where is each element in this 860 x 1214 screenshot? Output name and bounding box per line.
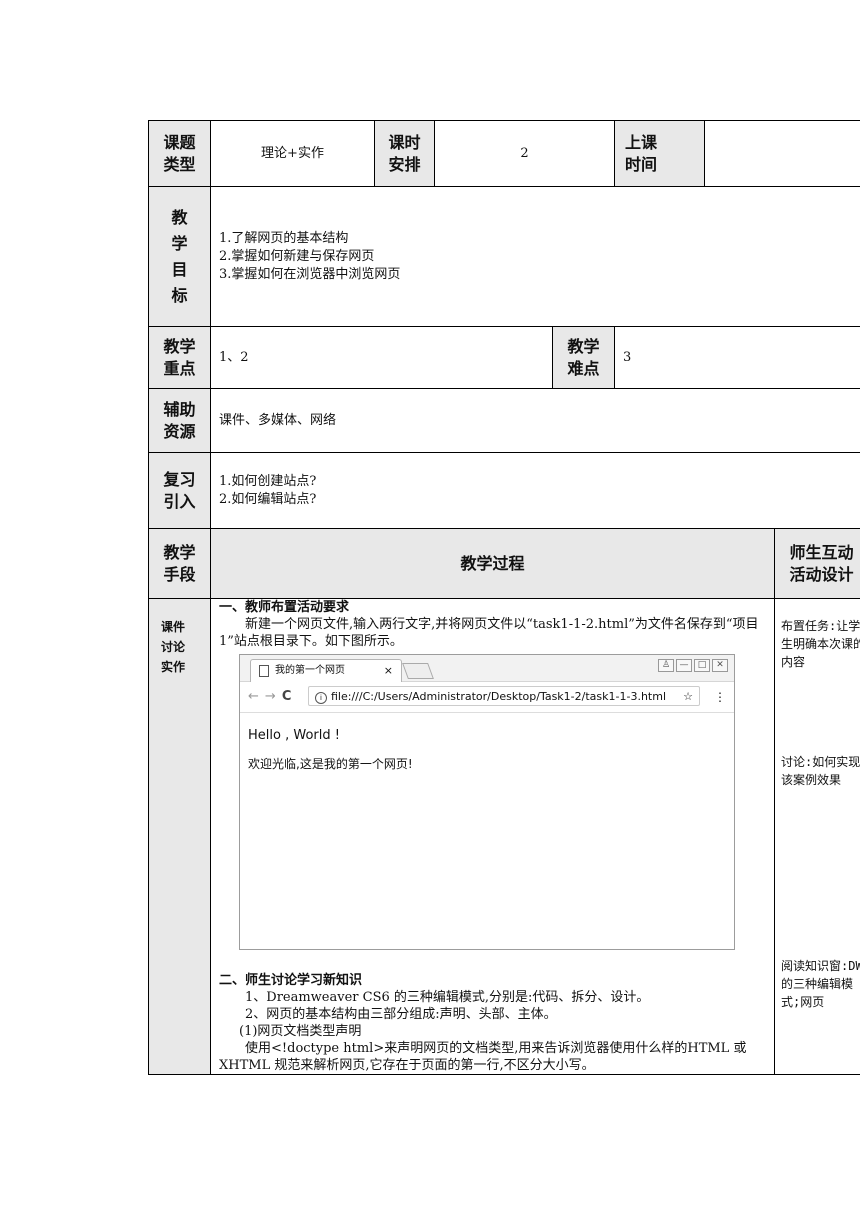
resources-value: 课件、多媒体、网络: [210, 388, 860, 453]
back-icon[interactable]: ←: [248, 689, 265, 704]
goal-item: 1.了解网页的基本结构: [219, 230, 349, 246]
means-label: 教学 手段: [148, 528, 211, 599]
section-1-title: 一、教师布置活动要求: [219, 600, 350, 615]
browser-screenshot: 我的第一个网页 × ♙ — □ ✕ ←→C i file:///C:/Users/Adm…: [239, 654, 735, 950]
new-tab-button[interactable]: [402, 663, 434, 679]
interaction-label: 师生互动 活动设计: [774, 528, 860, 599]
keypoints-label: 教学 重点: [148, 326, 211, 389]
row-goals: 教 学 目 标 1.了解网页的基本结构 2.掌握如何新建与保存网页 3.掌握如何…: [148, 186, 860, 327]
row-keypoints: 教学 重点 1、2 教学 难点 3: [148, 326, 860, 389]
means-value: 课件 讨论 实作: [148, 598, 211, 1075]
browser-content: Hello , World ! 欢迎光临,这是我的第一个网页!: [240, 713, 734, 773]
content-line-2: 欢迎光临,这是我的第一个网页!: [248, 757, 413, 771]
type-value: 理论+实作: [210, 120, 375, 187]
keypoints-value: 1、2: [210, 326, 553, 389]
review-item: 2.如何编辑站点?: [219, 491, 317, 507]
process-content: 一、教师布置活动要求 新建一个网页文件,输入两行文字,并将网页文件以“task1…: [210, 598, 775, 1075]
forward-icon[interactable]: →: [265, 689, 282, 704]
side-note-1: 布置任务:让学生明确本次课的内容: [781, 619, 860, 669]
side-note-2: 讨论:如何实现该案例效果: [781, 755, 860, 787]
row-review: 复习 引入 1.如何创建站点? 2.如何编辑站点?: [148, 452, 860, 529]
interaction-notes: 布置任务:让学生明确本次课的内容 讨论:如何实现该案例效果 阅读知识窗:DW 的…: [774, 598, 860, 1075]
bookmark-star-icon[interactable]: ☆: [683, 687, 693, 707]
paragraph-2: 2、网页的基本结构由三部分组成:声明、头部、主体。: [245, 1007, 557, 1022]
lesson-plan: 课题 类型 理论+实作 课时 安排 2 上课 时间 教 学 目 标 1.了解网页…: [148, 120, 860, 1075]
time-label: 上课 时间: [614, 120, 705, 187]
minimize-icon[interactable]: —: [676, 659, 692, 672]
close-window-icon[interactable]: ✕: [712, 659, 728, 672]
section-1-text: 新建一个网页文件,输入两行文字,并将网页文件以“task1-1-2.html”为…: [219, 617, 759, 649]
row-process: 课件 讨论 实作 一、教师布置活动要求 新建一个网页文件,输入两行文字,并将网页…: [148, 598, 860, 1075]
section-2-title: 二、师生讨论学习新知识: [219, 973, 363, 988]
url-text: file:///C:/Users/Administrator/Desktop/T…: [331, 690, 666, 703]
difficult-label: 教学 难点: [552, 326, 615, 389]
browser-tab[interactable]: 我的第一个网页 ×: [250, 659, 402, 682]
row-resources: 辅助 资源 课件、多媒体、网络: [148, 388, 860, 453]
hours-label: 课时 安排: [374, 120, 435, 187]
maximize-icon[interactable]: □: [694, 659, 710, 672]
paragraph-3: (1)网页文档类型声明: [239, 1024, 362, 1039]
browser-tabbar: 我的第一个网页 × ♙ — □ ✕: [240, 655, 734, 682]
resources-label: 辅助 资源: [148, 388, 211, 453]
close-icon[interactable]: ×: [384, 660, 393, 682]
review-item: 1.如何创建站点?: [219, 473, 317, 489]
type-label: 课题 类型: [148, 120, 211, 187]
goals-label: 教 学 目 标: [148, 186, 211, 327]
nav-buttons: ←→C: [248, 688, 297, 705]
goal-item: 2.掌握如何新建与保存网页: [219, 248, 375, 264]
review-list: 1.如何创建站点? 2.如何编辑站点?: [210, 452, 860, 529]
process-label: 教学过程: [210, 528, 775, 599]
lesson-plan-table: 课题 类型 理论+实作 课时 安排 2 上课 时间 教 学 目 标 1.了解网页…: [148, 120, 860, 1075]
hours-value: 2: [434, 120, 615, 187]
row-type: 课题 类型 理论+实作 课时 安排 2 上课 时间: [148, 120, 860, 187]
goal-item: 3.掌握如何在浏览器中浏览网页: [219, 266, 401, 282]
document-icon: [259, 665, 269, 677]
browser-toolbar: ←→C i file:///C:/Users/Administrator/Desk…: [240, 682, 734, 713]
user-icon[interactable]: ♙: [658, 659, 674, 672]
row-process-header: 教学 手段 教学过程 师生互动 活动设计: [148, 528, 860, 599]
window-controls: ♙ — □ ✕: [656, 657, 728, 674]
paragraph-1: 1、Dreamweaver CS6 的三种编辑模式,分别是:代码、拆分、设计。: [245, 990, 650, 1005]
content-line-1: Hello , World !: [248, 728, 340, 743]
goals-list: 1.了解网页的基本结构 2.掌握如何新建与保存网页 3.掌握如何在浏览器中浏览网…: [210, 186, 860, 327]
difficult-value: 3: [614, 326, 860, 389]
address-bar[interactable]: i file:///C:/Users/Administrator/Desktop/…: [308, 686, 700, 706]
tab-title: 我的第一个网页: [275, 665, 345, 676]
side-note-3: 阅读知识窗:DW 的三种编辑模式;网页: [781, 959, 860, 1009]
reload-icon[interactable]: C: [282, 689, 298, 704]
info-icon[interactable]: i: [315, 692, 327, 704]
time-value: [704, 120, 860, 187]
review-label: 复习 引入: [148, 452, 211, 529]
menu-icon[interactable]: ⋮: [714, 689, 726, 706]
paragraph-4: 使用<!doctype html>来声明网页的文档类型,用来告诉浏览器使用什么样…: [219, 1041, 747, 1073]
